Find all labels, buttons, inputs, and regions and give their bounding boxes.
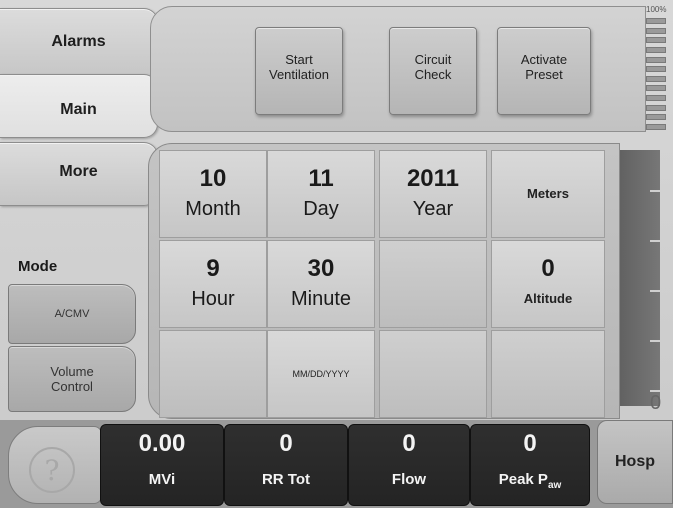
altitude-cell[interactable]: 0 Altitude bbox=[491, 240, 605, 328]
hour-cell[interactable]: 9 Hour bbox=[159, 240, 267, 328]
scale-zero-label: 0 bbox=[650, 392, 662, 414]
units-label: Meters bbox=[527, 186, 569, 201]
hour-label: Hour bbox=[191, 288, 235, 310]
settings-panel: 10 Month 11 Day 2011 Year Meters 9 Hour … bbox=[148, 143, 620, 419]
rr-tot-value: 0 bbox=[279, 430, 293, 457]
date-format-cell[interactable]: MM/DD/YYYY bbox=[267, 330, 375, 418]
date-format-label: MM/DD/YYYY bbox=[292, 369, 350, 379]
hosp-button-label: Hosp bbox=[615, 453, 655, 470]
level-meter-segment bbox=[646, 104, 666, 111]
minute-cell[interactable]: 30 Minute bbox=[267, 240, 375, 328]
tab-main[interactable]: Main bbox=[0, 74, 158, 138]
flow-value: 0 bbox=[402, 430, 416, 457]
level-meter-segment bbox=[646, 123, 666, 130]
month-label: Month bbox=[185, 198, 241, 220]
empty-cell bbox=[379, 330, 487, 418]
level-meter-segment bbox=[646, 18, 666, 24]
vital-rr-tot: 0 RR Tot bbox=[224, 424, 348, 506]
year-value: 2011 bbox=[406, 165, 460, 192]
peak-paw-label-sub: aw bbox=[547, 480, 562, 491]
level-meter-segment bbox=[646, 66, 666, 73]
level-meter-segment bbox=[646, 56, 666, 63]
level-meter-segment bbox=[646, 95, 666, 101]
start-ventilation-button[interactable]: Start Ventilation bbox=[255, 27, 343, 115]
scale-tick bbox=[650, 290, 660, 292]
tab-more[interactable]: More bbox=[0, 142, 158, 206]
tab-main-label: Main bbox=[60, 101, 97, 118]
tab-more-label: More bbox=[59, 163, 98, 180]
level-meter-label: 100% bbox=[646, 5, 667, 14]
units-cell[interactable]: Meters bbox=[491, 150, 605, 238]
level-meter-segment bbox=[646, 114, 666, 121]
top-button-bar: Start Ventilation Circuit Check Activate… bbox=[150, 6, 646, 132]
empty-cell bbox=[491, 330, 605, 418]
year-label: Year bbox=[412, 198, 454, 220]
vital-peak-paw: 0 Peak Paw bbox=[470, 424, 590, 506]
scale-tick bbox=[650, 340, 660, 342]
level-meter-segment bbox=[646, 75, 666, 82]
empty-cell bbox=[159, 330, 267, 418]
hour-value: 9 bbox=[206, 255, 220, 282]
year-cell[interactable]: 2011 Year bbox=[379, 150, 487, 238]
activate-preset-button[interactable]: Activate Preset bbox=[497, 27, 591, 115]
scale-tick bbox=[650, 190, 660, 192]
start-ventilation-label: Start Ventilation bbox=[269, 52, 329, 82]
peak-paw-value: 0 bbox=[523, 430, 537, 457]
circuit-check-button[interactable]: Circuit Check bbox=[389, 27, 477, 115]
empty-cell bbox=[379, 240, 487, 328]
help-button[interactable]: ? bbox=[8, 426, 102, 504]
flow-label: Flow bbox=[391, 471, 427, 488]
minute-value: 30 bbox=[307, 255, 335, 282]
mode-acmv-label: A/CMV bbox=[54, 308, 90, 320]
level-meter-segment bbox=[646, 37, 666, 44]
help-icon: ? bbox=[29, 447, 75, 493]
level-meter bbox=[646, 18, 666, 130]
scale-tick bbox=[650, 240, 660, 242]
day-cell[interactable]: 11 Day bbox=[267, 150, 375, 238]
ventilator-screen: Alarms More Main Mode A/CMV Volume Contr… bbox=[0, 0, 673, 508]
minute-label: Minute bbox=[290, 288, 352, 310]
mode-button-acmv[interactable]: A/CMV bbox=[8, 284, 136, 344]
level-meter-segment bbox=[646, 85, 666, 92]
tab-alarms[interactable]: Alarms bbox=[0, 8, 158, 78]
month-cell[interactable]: 10 Month bbox=[159, 150, 267, 238]
mvi-label: MVi bbox=[148, 471, 176, 488]
circuit-check-label: Circuit Check bbox=[414, 52, 452, 82]
activate-preset-label: Activate Preset bbox=[520, 52, 568, 82]
day-value: 11 bbox=[308, 165, 334, 192]
altitude-label: Altitude bbox=[523, 291, 573, 306]
day-label: Day bbox=[303, 198, 339, 220]
hosp-button[interactable]: Hosp bbox=[597, 420, 673, 504]
tab-alarms-label: Alarms bbox=[51, 33, 106, 50]
rr-tot-label: RR Tot bbox=[261, 471, 311, 488]
level-meter-segment bbox=[646, 27, 666, 34]
vital-flow: 0 Flow bbox=[348, 424, 470, 506]
peak-paw-label: Peak Paw bbox=[499, 471, 562, 491]
month-value: 10 bbox=[199, 165, 227, 192]
level-meter-segment bbox=[646, 46, 666, 53]
mvi-value: 0.00 bbox=[138, 430, 186, 457]
mode-volume-label: Volume Control bbox=[50, 364, 94, 394]
mode-label: Mode bbox=[18, 258, 58, 275]
mode-button-volume-control[interactable]: Volume Control bbox=[8, 346, 136, 412]
altitude-value: 0 bbox=[541, 255, 555, 282]
vital-mvi: 0.00 MVi bbox=[100, 424, 224, 506]
peak-paw-label-text: Peak P bbox=[498, 471, 548, 488]
